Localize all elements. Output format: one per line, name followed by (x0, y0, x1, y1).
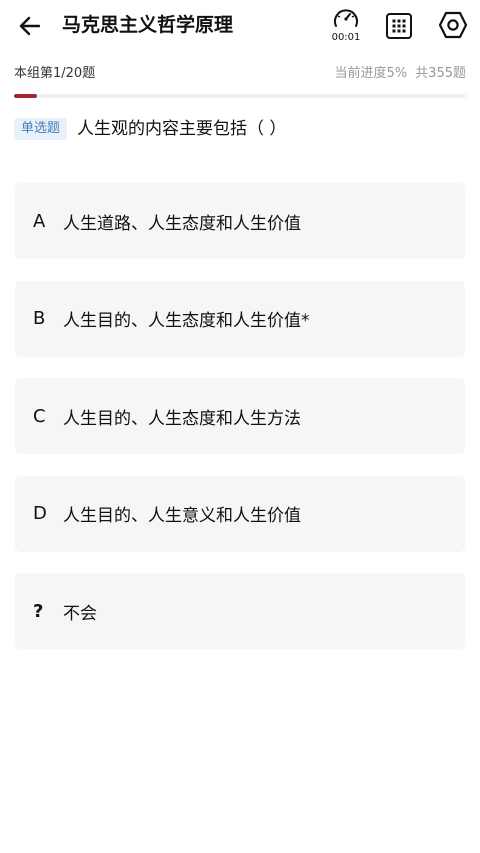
option-dont-know[interactable]: ? 不会 (15, 573, 465, 649)
timer-readout: 00:01 (331, 32, 361, 43)
option-text: 人生目的、人生态度和人生价值* (63, 311, 310, 331)
option-list: A 人生道路、人生态度和人生价值 B 人生目的、人生态度和人生价值* C 人生目… (15, 183, 465, 671)
settings-button[interactable] (438, 10, 468, 40)
option-c[interactable]: C 人生目的、人生态度和人生方法 (15, 378, 465, 454)
arrow-left-icon (19, 16, 41, 36)
question-header: 单选题 人生观的内容主要包括（ ） (14, 116, 466, 142)
option-letter: C (33, 405, 46, 427)
settings-icon (438, 11, 468, 39)
group-progress-label: 本组第1/20题 (14, 66, 96, 81)
question-text: 人生观的内容主要包括（ ） (77, 119, 287, 139)
option-b[interactable]: B 人生目的、人生态度和人生价值* (15, 280, 465, 357)
option-letter: B (33, 308, 46, 329)
option-letter: A (33, 210, 46, 232)
progress-bar-fill (14, 94, 37, 98)
stopwatch-icon (334, 9, 358, 27)
current-progress-text: 当前进度5% (334, 66, 408, 81)
grid-icon (386, 13, 412, 39)
page-title: 马克思主义哲学原理 (62, 14, 234, 36)
option-letter: D (33, 503, 47, 524)
progress-bar (14, 94, 466, 98)
option-d[interactable]: D 人生目的、人生意义和人生价值 (15, 475, 465, 552)
option-text: 人生目的、人生态度和人生方法 (63, 408, 301, 429)
total-questions-text: 共355题 (415, 66, 466, 81)
top-bar: 马克思主义哲学原理 00:01 (0, 0, 480, 52)
question-grid-button[interactable] (385, 12, 413, 40)
option-text: 不会 (63, 603, 97, 624)
timer-button[interactable]: 00:01 (329, 5, 363, 45)
option-a[interactable]: A 人生道路、人生态度和人生价值 (15, 183, 465, 259)
option-letter: ? (33, 600, 44, 622)
back-button[interactable] (14, 10, 46, 42)
option-text: 人生道路、人生态度和人生价值 (63, 213, 301, 234)
option-text: 人生目的、人生意义和人生价值 (63, 506, 301, 526)
overall-progress: 当前进度5% 共355题 (335, 65, 466, 83)
progress-info: 本组第1/20题 当前进度5% 共355题 (14, 62, 466, 88)
question-type-badge: 单选题 (14, 118, 68, 140)
